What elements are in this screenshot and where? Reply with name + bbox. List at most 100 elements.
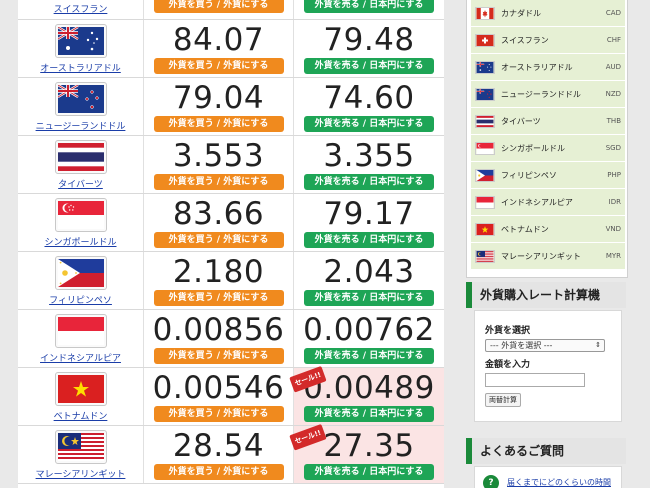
- buy-button[interactable]: 外貨を買う / 外貨にする: [153, 0, 284, 13]
- sell-rate: 3.355: [323, 137, 415, 174]
- sell-cell: 外貨を売る / 日本円にする: [294, 0, 444, 19]
- currency-link[interactable]: オーストラリアドル: [40, 61, 121, 74]
- currency-name: スイスフラン: [501, 35, 549, 45]
- currency-name: フィリピンペソ: [501, 170, 557, 180]
- rate-row-sgd: シンガポールドル 83.66 外貨を買う / 外貨にする 79.17 外貨を売る…: [18, 194, 444, 252]
- rate-row-aud: オーストラリアドル 84.07 外貨を買う / 外貨にする 79.48 外貨を売…: [18, 20, 444, 78]
- currency-cell: フィリピンペソ: [18, 252, 144, 309]
- sidebar-item-cad[interactable]: カナダドル CAD: [471, 0, 625, 26]
- currency-cell: ニュージーランドドル: [18, 78, 144, 135]
- currency-name: タイバーツ: [501, 116, 541, 126]
- australia-flag-icon[interactable]: [54, 23, 107, 58]
- sell-rate: 27.35: [323, 427, 415, 464]
- vietnam-flag-icon[interactable]: [54, 371, 107, 406]
- sell-button[interactable]: 外貨を売る / 日本円にする: [304, 231, 434, 248]
- philippines-flag-icon: [475, 168, 495, 182]
- indonesia-flag-icon[interactable]: [54, 313, 107, 348]
- buy-cell: 2.180 外貨を買う / 外貨にする: [144, 252, 294, 309]
- currency-link[interactable]: シンガポールドル: [44, 235, 116, 248]
- currency-link[interactable]: マレーシアリンギット: [36, 467, 126, 480]
- amount-input[interactable]: [485, 373, 585, 387]
- currency-cell: シンガポールドル: [18, 194, 144, 251]
- sell-button[interactable]: 外貨を売る / 日本円にする: [304, 57, 434, 74]
- sidebar-item-thb[interactable]: タイバーツ THB: [471, 108, 625, 134]
- sidebar-item-aud[interactable]: オーストラリアドル AUD: [471, 54, 625, 80]
- thailand-flag-icon[interactable]: [54, 139, 107, 174]
- sidebar-item-idr[interactable]: インドネシアルピア IDR: [471, 189, 625, 215]
- sell-cell: 2.043 外貨を売る / 日本円にする: [294, 252, 444, 309]
- sidebar-item-sgd[interactable]: シンガポールドル SGD: [471, 135, 625, 161]
- currency-link[interactable]: タイバーツ: [58, 177, 103, 190]
- sale-badge: セール!!: [289, 423, 327, 451]
- currency-cell: マレーシアリンギット: [18, 426, 144, 483]
- sell-cell: 0.00762 外貨を売る / 日本円にする: [294, 310, 444, 367]
- currency-list: カナダドル CAD スイスフラン CHF オーストラリアドル AUD ニュージー…: [466, 0, 628, 278]
- buy-rate: 3.553: [172, 137, 265, 174]
- sidebar-item-myr[interactable]: マレーシアリンギット MYR: [471, 243, 625, 269]
- sell-cell: 79.17 外貨を売る / 日本円にする: [294, 194, 444, 251]
- sell-button[interactable]: 外貨を売る / 日本円にする: [304, 173, 434, 190]
- buy-rate: 28.54: [172, 427, 265, 464]
- buy-button[interactable]: 外貨を買う / 外貨にする: [153, 173, 284, 190]
- buy-button[interactable]: 外貨を買う / 外貨にする: [153, 115, 284, 132]
- buy-button[interactable]: 外貨を買う / 外貨にする: [153, 231, 284, 248]
- currency-link[interactable]: スイスフラン: [54, 2, 108, 15]
- currency-name: オーストラリアドル: [501, 62, 573, 72]
- chevron-down-icon: ⇕: [595, 341, 601, 349]
- buy-button[interactable]: 外貨を買う / 外貨にする: [153, 405, 284, 422]
- sell-rate: 74.60: [323, 79, 415, 116]
- currency-cell: スイスフラン: [18, 0, 144, 19]
- buy-button[interactable]: 外貨を買う / 外貨にする: [153, 463, 284, 480]
- malaysia-flag-icon[interactable]: [54, 429, 107, 464]
- currency-code: CAD: [605, 9, 621, 17]
- buy-rate: 84.07: [172, 21, 265, 58]
- currency-code: THB: [606, 117, 621, 125]
- currency-cell: タイバーツ: [18, 136, 144, 193]
- sidebar-item-nzd[interactable]: ニュージーランドドル NZD: [471, 81, 625, 107]
- buy-button[interactable]: 外貨を買う / 外貨にする: [153, 347, 284, 364]
- sell-button[interactable]: 外貨を売る / 日本円にする: [304, 463, 434, 480]
- sidebar-item-vnd[interactable]: ベトナムドン VND: [471, 216, 625, 242]
- sell-cell-sale: セール!! 0.00489 外貨を売る / 日本円にする: [289, 365, 444, 425]
- currency-cell: ベトナムドン: [18, 368, 144, 425]
- buy-cell: 0.00856 外貨を買う / 外貨にする: [144, 310, 294, 367]
- sell-button[interactable]: 外貨を売る / 日本円にする: [304, 115, 434, 132]
- currency-name: インドネシアルピア: [501, 197, 573, 207]
- sidebar-item-chf[interactable]: スイスフラン CHF: [471, 27, 625, 53]
- currency-link[interactable]: フィリピンペソ: [49, 293, 112, 306]
- buy-cell: 3.553 外貨を買う / 外貨にする: [144, 136, 294, 193]
- sell-button[interactable]: 外貨を売る / 日本円にする: [304, 0, 434, 13]
- singapore-flag-icon[interactable]: [54, 197, 107, 232]
- currency-name: マレーシアリンギット: [501, 251, 581, 261]
- buy-button[interactable]: 外貨を買う / 外貨にする: [153, 57, 284, 74]
- calculate-button[interactable]: 両替計算: [485, 393, 521, 407]
- rate-table: スイスフラン 外貨を買う / 外貨にする 外貨を売る / 日本円にする オースト…: [18, 0, 444, 488]
- singapore-flag-icon: [475, 141, 495, 155]
- currency-link[interactable]: ニュージーランドドル: [36, 119, 126, 132]
- indonesia-flag-icon: [475, 195, 495, 209]
- sell-cell: 3.355 外貨を売る / 日本円にする: [294, 136, 444, 193]
- currency-select[interactable]: --- 外貨を選択 --- ⇕: [485, 339, 605, 352]
- vietnam-flag-icon: [475, 222, 495, 236]
- buy-button[interactable]: 外貨を買う / 外貨にする: [153, 289, 284, 306]
- currency-name: ニュージーランドドル: [501, 89, 581, 99]
- sell-button[interactable]: 外貨を売る / 日本円にする: [304, 347, 434, 364]
- currency-code: IDR: [608, 198, 621, 206]
- currency-link[interactable]: ベトナムドン: [54, 409, 108, 422]
- buy-rate: 0.00546: [152, 369, 285, 406]
- sidebar-item-php[interactable]: フィリピンペソ PHP: [471, 162, 625, 188]
- buy-cell: 外貨を買う / 外貨にする: [144, 0, 294, 19]
- buy-cell: 79.04 外貨を買う / 外貨にする: [144, 78, 294, 135]
- new-zealand-flag-icon[interactable]: [54, 81, 107, 116]
- rate-row-vnd: ベトナムドン 0.00546 外貨を買う / 外貨にする セール!! 0.004…: [18, 365, 444, 426]
- question-icon: ?: [483, 475, 499, 488]
- faq-link[interactable]: 届くまでにどのくらいの時間: [507, 477, 611, 488]
- sell-button[interactable]: 外貨を売る / 日本円にする: [304, 289, 434, 306]
- sell-button[interactable]: 外貨を売る / 日本円にする: [304, 405, 434, 422]
- faq-title: よくあるご質問: [466, 438, 626, 464]
- currency-code: SGD: [605, 144, 621, 152]
- sell-cell: 79.48 外貨を売る / 日本円にする: [294, 20, 444, 77]
- philippines-flag-icon[interactable]: [54, 255, 107, 290]
- select-label: 外貨を選択: [485, 326, 531, 336]
- currency-link[interactable]: インドネシアルピア: [40, 351, 121, 364]
